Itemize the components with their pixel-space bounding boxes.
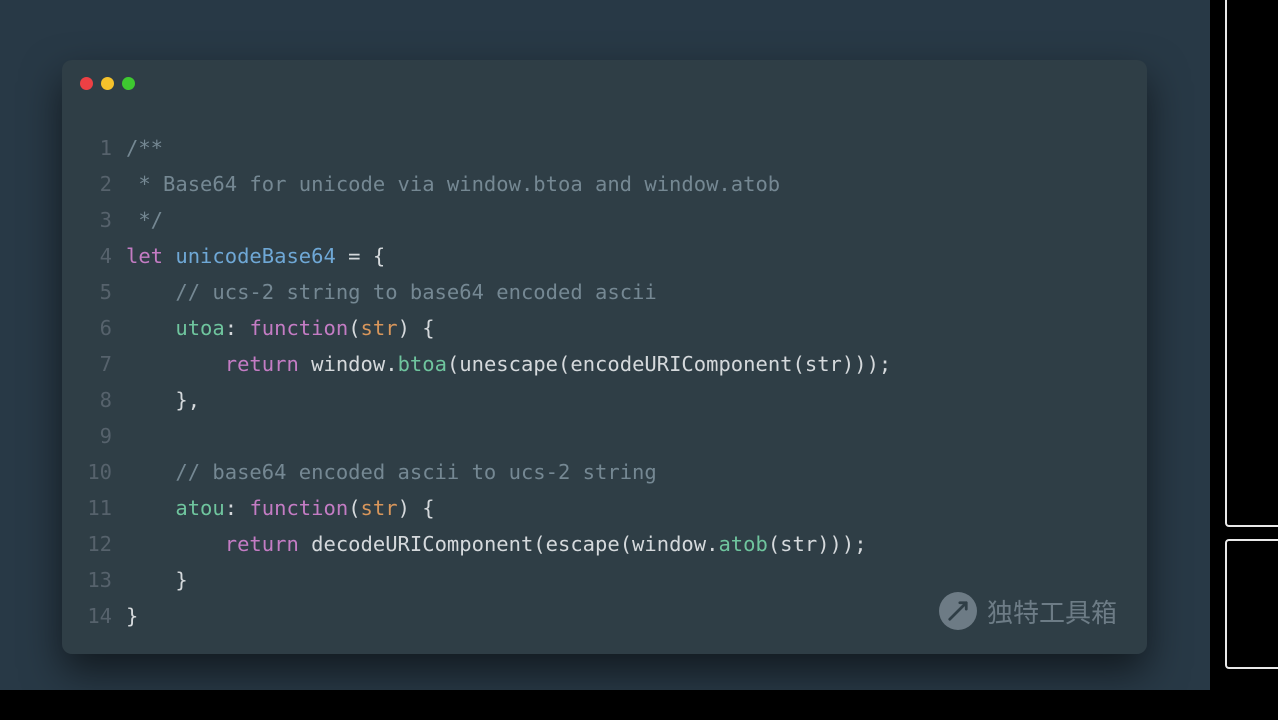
code-token: function: [249, 316, 348, 340]
code-token: },: [126, 388, 200, 412]
code-token: unicodeBase64: [175, 244, 335, 268]
line-number: 11: [86, 490, 126, 526]
stage: 1/**2 * Base64 for unicode via window.bt…: [0, 0, 1210, 690]
code-token: atob: [718, 532, 767, 556]
code-token: * Base64 for unicode via window.btoa and…: [126, 172, 780, 196]
code-content: return window.btoa(unescape(encodeURICom…: [126, 346, 891, 382]
code-token: // base64 encoded ascii to ucs-2 string: [175, 460, 656, 484]
code-content: // ucs-2 string to base64 encoded ascii: [126, 274, 657, 310]
line-number: 9: [86, 418, 126, 454]
code-line: 2 * Base64 for unicode via window.btoa a…: [86, 166, 1147, 202]
code-token: decodeURIComponent(escape(window.: [299, 532, 719, 556]
code-token: return: [225, 532, 299, 556]
code-token: ) {: [398, 316, 435, 340]
code-content: atou: function(str) {: [126, 490, 435, 526]
code-line: 11 atou: function(str) {: [86, 490, 1147, 526]
traffic-light-close-icon[interactable]: [80, 77, 93, 90]
code-token: [126, 352, 225, 376]
code-content: /**: [126, 130, 163, 166]
line-number: 6: [86, 310, 126, 346]
code-content: return decodeURIComponent(escape(window.…: [126, 526, 867, 562]
code-line: 6 utoa: function(str) {: [86, 310, 1147, 346]
line-number: 14: [86, 598, 126, 634]
code-content: let unicodeBase64 = {: [126, 238, 385, 274]
code-token: }: [126, 604, 138, 628]
line-number: 3: [86, 202, 126, 238]
code-token: :: [225, 316, 250, 340]
code-token: // ucs-2 string to base64 encoded ascii: [175, 280, 656, 304]
code-token: [126, 496, 175, 520]
code-token: btoa: [398, 352, 447, 376]
code-content: },: [126, 382, 200, 418]
code-token: let: [126, 244, 175, 268]
code-line: 12 return decodeURIComponent(escape(wind…: [86, 526, 1147, 562]
line-number: 12: [86, 526, 126, 562]
code-content: * Base64 for unicode via window.btoa and…: [126, 166, 780, 202]
code-token: */: [126, 208, 163, 232]
window-titlebar: [62, 60, 1147, 106]
line-number: 2: [86, 166, 126, 202]
code-token: }: [126, 568, 188, 592]
code-token: window.: [299, 352, 398, 376]
line-number: 8: [86, 382, 126, 418]
side-panel-outline-top: [1225, 0, 1278, 527]
watermark: 独特工具箱: [939, 592, 1117, 630]
code-line: 9: [86, 418, 1147, 454]
code-editor: 1/**2 * Base64 for unicode via window.bt…: [62, 130, 1147, 634]
code-token: str: [361, 316, 398, 340]
line-number: 5: [86, 274, 126, 310]
code-token: (: [348, 316, 360, 340]
code-token: [126, 280, 175, 304]
code-window: 1/**2 * Base64 for unicode via window.bt…: [62, 60, 1147, 654]
code-token: return: [225, 352, 299, 376]
code-line: 1/**: [86, 130, 1147, 166]
traffic-light-minimize-icon[interactable]: [101, 77, 114, 90]
code-content: utoa: function(str) {: [126, 310, 435, 346]
line-number: 4: [86, 238, 126, 274]
code-token: [126, 316, 175, 340]
code-token: str: [361, 496, 398, 520]
line-number: 7: [86, 346, 126, 382]
code-content: }: [126, 598, 138, 634]
code-content: */: [126, 202, 163, 238]
code-line: 5 // ucs-2 string to base64 encoded asci…: [86, 274, 1147, 310]
code-token: (str)));: [768, 532, 867, 556]
code-token: utoa: [175, 316, 224, 340]
line-number: 1: [86, 130, 126, 166]
code-token: function: [249, 496, 348, 520]
code-token: atou: [175, 496, 224, 520]
code-token: = {: [336, 244, 385, 268]
code-line: 7 return window.btoa(unescape(encodeURIC…: [86, 346, 1147, 382]
code-line: 10 // base64 encoded ascii to ucs-2 stri…: [86, 454, 1147, 490]
code-token: /**: [126, 136, 163, 160]
code-line: 8 },: [86, 382, 1147, 418]
code-token: :: [225, 496, 250, 520]
code-content: }: [126, 562, 188, 598]
code-token: ) {: [398, 496, 435, 520]
watermark-text: 独特工具箱: [987, 593, 1117, 630]
line-number: 10: [86, 454, 126, 490]
code-token: [126, 532, 225, 556]
code-token: (: [348, 496, 360, 520]
code-content: // base64 encoded ascii to ucs-2 string: [126, 454, 657, 490]
code-token: [126, 460, 175, 484]
watermark-badge-icon: [939, 592, 977, 630]
traffic-light-zoom-icon[interactable]: [122, 77, 135, 90]
line-number: 13: [86, 562, 126, 598]
code-token: (unescape(encodeURIComponent(str)));: [447, 352, 891, 376]
code-line: 3 */: [86, 202, 1147, 238]
code-line: 4let unicodeBase64 = {: [86, 238, 1147, 274]
side-panel-outline-bottom: [1225, 539, 1278, 669]
